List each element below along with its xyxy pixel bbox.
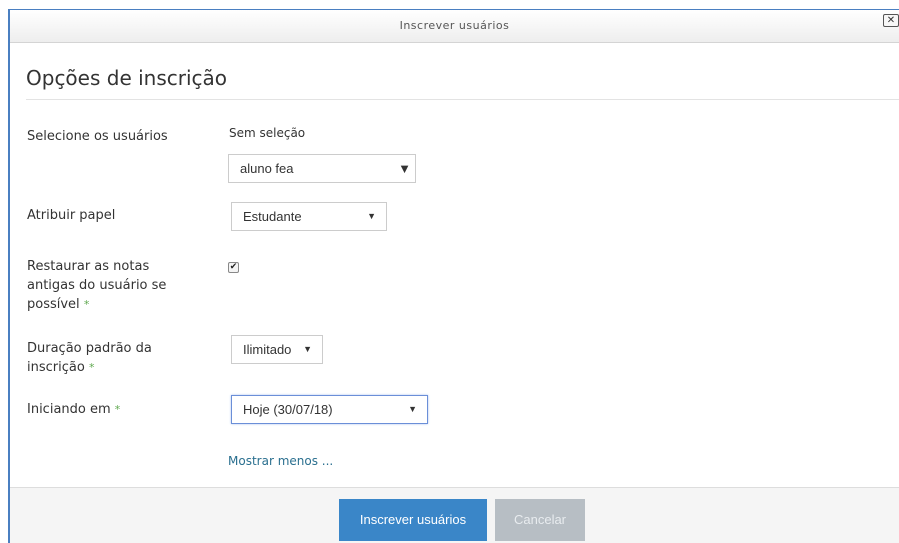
role-value: Estudante (243, 209, 302, 224)
dialog-titlebar: Inscrever usuários ✕ (10, 10, 899, 43)
required-icon: * (83, 298, 90, 311)
selection-status: Sem seleção (229, 126, 306, 140)
close-icon[interactable]: ✕ (883, 14, 899, 27)
role-label: Atribuir papel (27, 206, 187, 225)
enrol-users-dialog: Inscrever usuários ✕ Opções de inscrição… (8, 9, 899, 543)
start-label-text: Iniciando em (27, 402, 111, 417)
start-date-select[interactable]: Hoje (30/07/18) ▼ (231, 395, 428, 424)
section-title: Opções de inscrição (26, 66, 228, 90)
chevron-down-icon: ▼ (303, 344, 312, 354)
dialog-footer: Inscrever usuários Cancelar (10, 487, 899, 543)
recover-grades-label: Restaurar as notas antigas do usuário se… (27, 257, 177, 314)
section-divider (26, 99, 899, 100)
role-select[interactable]: Estudante ▼ (231, 202, 387, 231)
duration-value: Ilimitado (243, 342, 292, 357)
chevron-down-icon: ▼ (398, 161, 411, 176)
cancel-button[interactable]: Cancelar (495, 499, 585, 541)
users-search-value: aluno fea (240, 161, 294, 176)
start-label: Iniciando em * (27, 400, 187, 419)
dialog-title: Inscrever usuários (399, 19, 510, 32)
chevron-down-icon: ▼ (408, 404, 417, 414)
select-users-label: Selecione os usuários (27, 127, 187, 146)
duration-label: Duração padrão da inscrição * (27, 339, 177, 377)
select-users-label-text: Selecione os usuários (27, 129, 168, 144)
enrol-users-button[interactable]: Inscrever usuários (339, 499, 487, 541)
recover-grades-checkbox[interactable]: ✔ (228, 262, 239, 273)
role-label-text: Atribuir papel (27, 208, 116, 223)
required-icon: * (88, 361, 95, 374)
duration-select[interactable]: Ilimitado ▼ (231, 335, 323, 364)
start-date-value: Hoje (30/07/18) (243, 402, 333, 417)
users-search-select[interactable]: aluno fea ▼ (228, 154, 416, 183)
show-less-link[interactable]: Mostrar menos ... (228, 454, 333, 468)
chevron-down-icon: ▼ (367, 211, 376, 221)
recover-grades-label-text: Restaurar as notas antigas do usuário se… (27, 259, 167, 312)
required-icon: * (114, 403, 121, 416)
